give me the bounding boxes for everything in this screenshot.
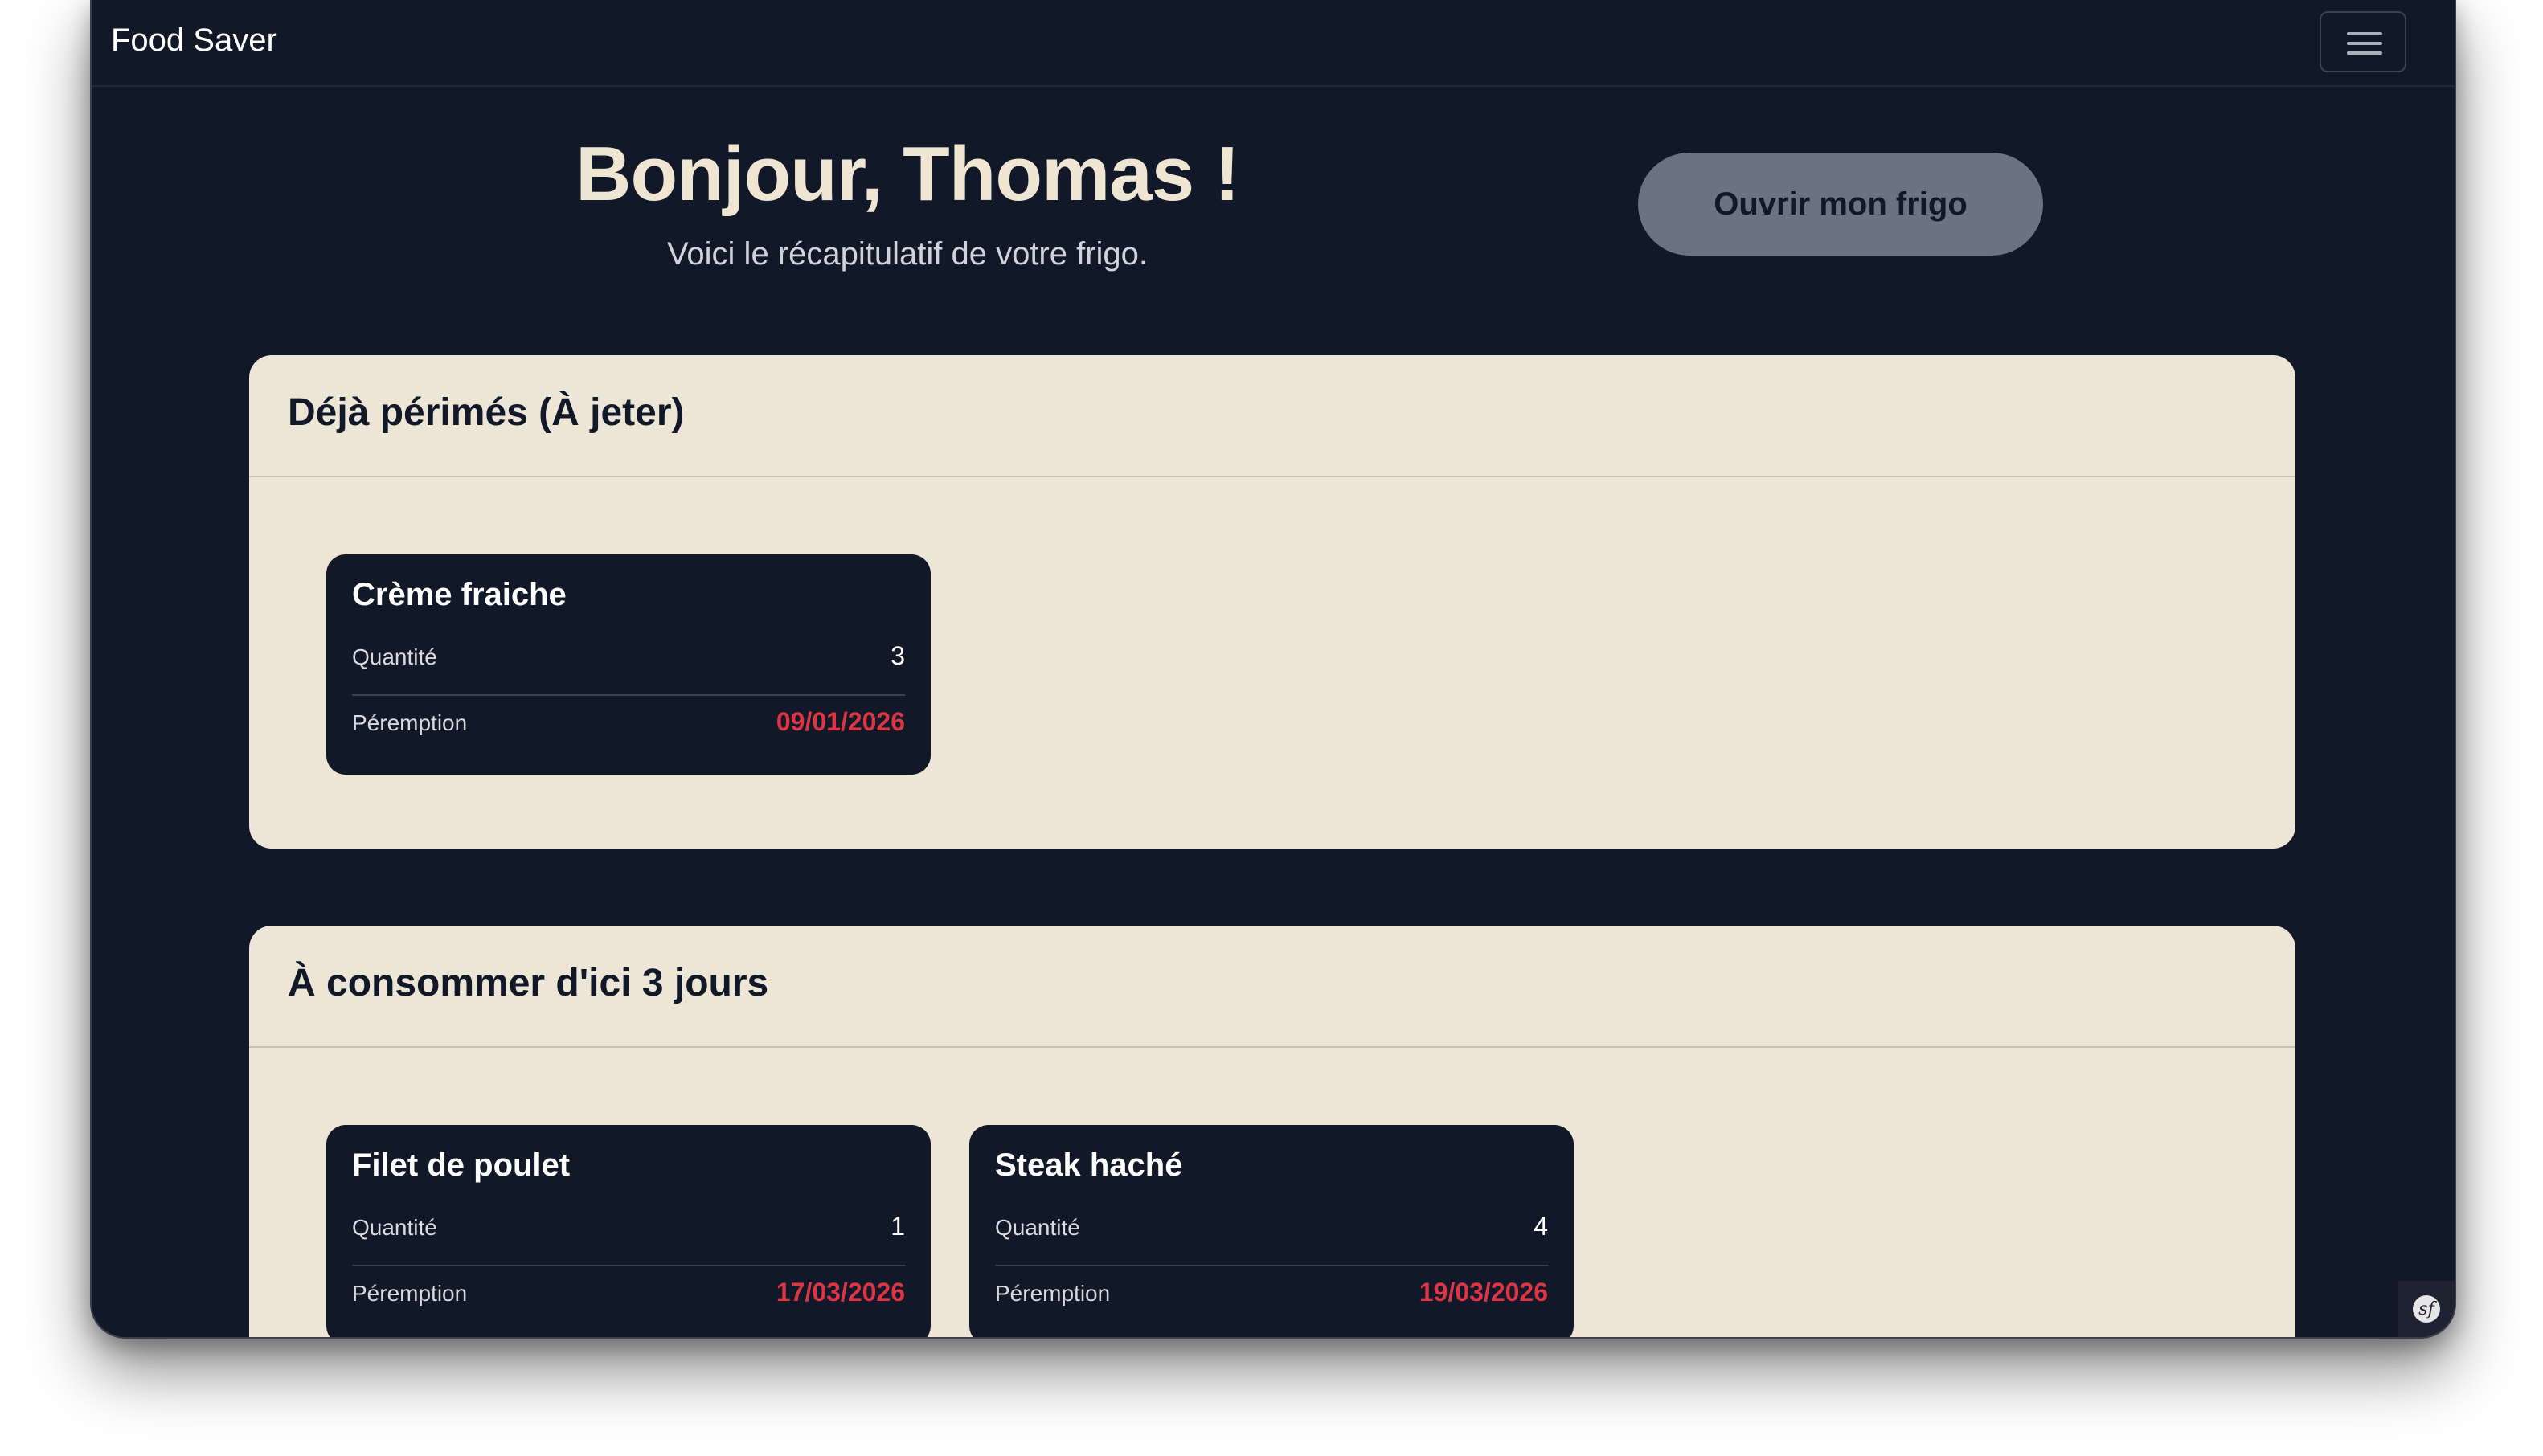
expiry-date: 19/03/2026 <box>1419 1278 1548 1307</box>
quantity-row: Quantité 3 <box>352 641 905 673</box>
expiry-row: Péremption 19/03/2026 <box>995 1278 1548 1310</box>
open-fridge-button[interactable]: Ouvrir mon frigo <box>1638 153 2043 256</box>
expiry-row: Péremption 17/03/2026 <box>352 1278 905 1310</box>
section-header: Déjà périmés (À jeter) <box>249 355 2295 477</box>
browser-window: Food Saver Bonjour, Thomas ! Voici le ré… <box>90 0 2456 1339</box>
product-name: Steak haché <box>995 1147 1183 1183</box>
quantity-row: Quantité 1 <box>352 1212 905 1244</box>
expiry-date: 17/03/2026 <box>776 1278 905 1307</box>
section-title: Déjà périmés (À jeter) <box>288 391 685 434</box>
card-divider <box>352 694 905 696</box>
product-name: Filet de poulet <box>352 1147 571 1183</box>
section-header: À consommer d'ici 3 jours <box>249 926 2295 1048</box>
symfony-toolbar-button[interactable]: sf <box>2398 1281 2455 1337</box>
quantity-value: 1 <box>891 1212 905 1241</box>
expiry-label: Péremption <box>352 710 468 735</box>
expiry-row: Péremption 09/01/2026 <box>352 707 905 739</box>
card-divider <box>352 1265 905 1266</box>
expiry-label: Péremption <box>995 1281 1111 1306</box>
product-card[interactable]: Steak haché Quantité 4 Péremption 19/03/… <box>969 1125 1574 1337</box>
quantity-label: Quantité <box>352 1215 437 1240</box>
expiring-soon-section: À consommer d'ici 3 jours Filet de poule… <box>249 926 2295 1337</box>
expired-section: Déjà périmés (À jeter) Crème fraiche Qua… <box>249 355 2295 849</box>
quantity-label: Quantité <box>352 644 437 669</box>
navbar: Food Saver <box>92 0 2455 87</box>
quantity-row: Quantité 4 <box>995 1212 1548 1244</box>
quantity-label: Quantité <box>995 1215 1080 1240</box>
page-subtitle: Voici le récapitulatif de votre frigo. <box>666 236 1149 272</box>
product-name: Crème fraiche <box>352 577 567 612</box>
page-title: Bonjour, Thomas ! <box>575 131 1240 217</box>
navbar-toggler-button[interactable] <box>2320 11 2406 72</box>
product-card[interactable]: Filet de poulet Quantité 1 Péremption 17… <box>326 1125 931 1337</box>
brand-link[interactable]: Food Saver <box>111 22 277 59</box>
quantity-value: 3 <box>891 641 905 670</box>
symfony-icon: sf <box>2413 1295 2440 1323</box>
expiry-date: 09/01/2026 <box>776 707 905 736</box>
product-card[interactable]: Crème fraiche Quantité 3 Péremption 09/0… <box>326 554 931 775</box>
quantity-value: 4 <box>1534 1212 1548 1241</box>
section-title: À consommer d'ici 3 jours <box>288 962 769 1004</box>
expiry-label: Péremption <box>352 1281 468 1306</box>
card-divider <box>995 1265 1548 1266</box>
